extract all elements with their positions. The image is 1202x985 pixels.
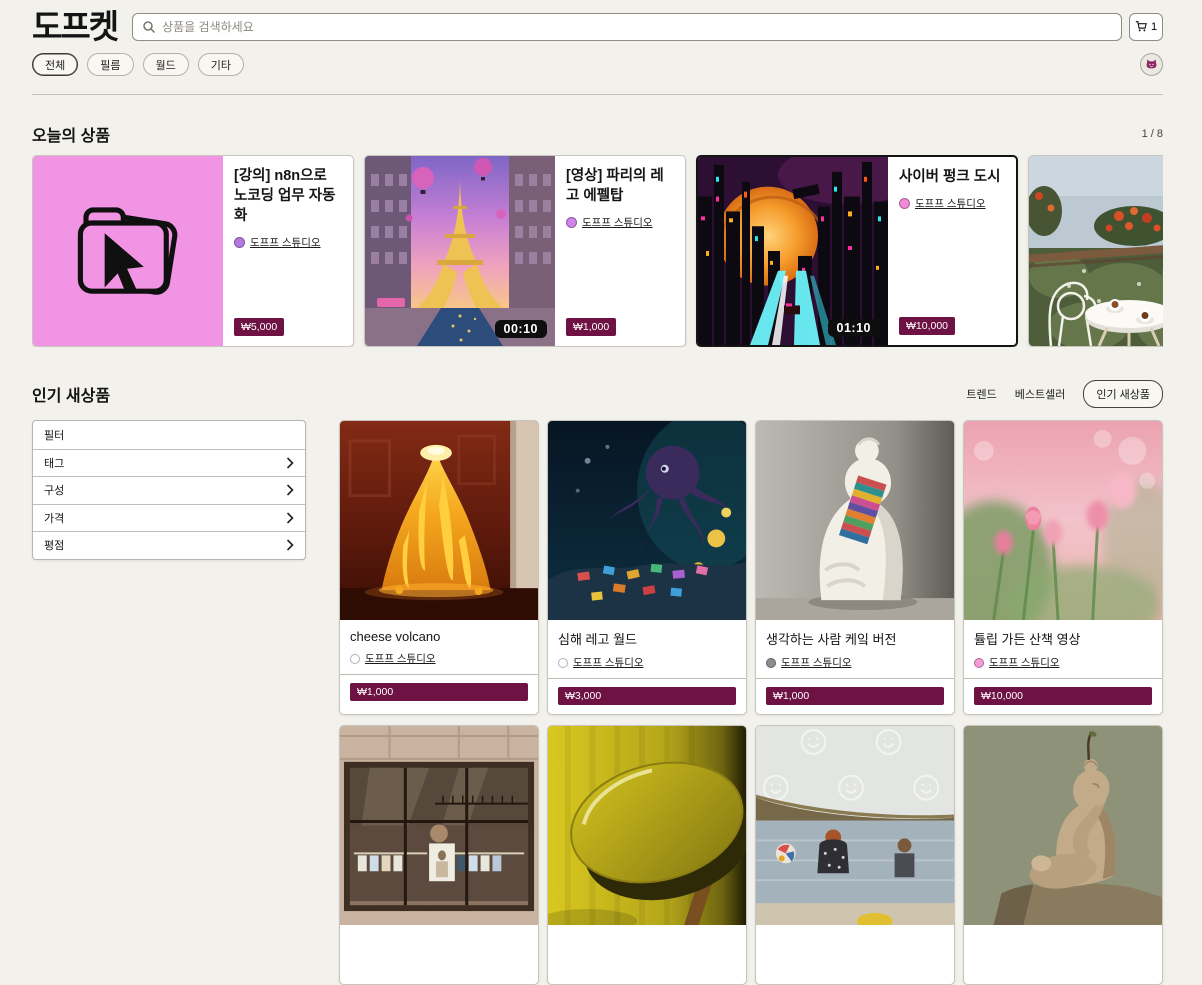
product-card-storefront[interactable] bbox=[339, 725, 539, 985]
filter-row-rating[interactable]: 평점 bbox=[33, 531, 305, 559]
cat-avatar-icon bbox=[1144, 57, 1159, 72]
product-card-deep-sea-lego[interactable]: 심해 레고 월드 도프프 스튜디오 ₩3,000 bbox=[547, 420, 747, 715]
creator-row: 도프프 스튜디오 bbox=[899, 196, 1006, 211]
price-badge: ₩5,000 bbox=[234, 318, 284, 336]
chevron-right-icon bbox=[286, 539, 294, 551]
product-image-beach-walk bbox=[756, 726, 954, 925]
product-image-cheese-volcano bbox=[340, 421, 538, 620]
todays-products-section: 오늘의 상품 1 / 8 [강의] n8n으로 노코 bbox=[32, 122, 1163, 347]
category-chip-film[interactable]: 필름 bbox=[87, 53, 133, 76]
product-title: [강의] n8n으로 노코딩 업무 자동화 bbox=[234, 166, 343, 226]
creator-avatar-dot bbox=[566, 217, 577, 228]
filter-row-tag[interactable]: 태그 bbox=[33, 449, 305, 477]
product-card-thinker-statue[interactable] bbox=[963, 725, 1163, 985]
creator-link[interactable]: 도프프 스튜디오 bbox=[989, 655, 1060, 670]
product-title: 튤립 가든 산책 영상 bbox=[974, 629, 1152, 648]
creator-link[interactable]: 도프프 스튜디오 bbox=[365, 651, 436, 666]
price-badge: ₩1,000 bbox=[766, 687, 944, 705]
section-title-popular: 인기 새상품 bbox=[32, 382, 110, 406]
folder-cursor-icon bbox=[58, 181, 198, 321]
product-title: 생각하는 사람 케잌 버전 bbox=[766, 629, 944, 648]
product-card-beach-walk[interactable] bbox=[755, 725, 955, 985]
product-image-thinker-statue bbox=[964, 726, 1162, 925]
sort-tabs: 트렌드 베스트셀러 인기 새상품 bbox=[966, 380, 1163, 408]
profile-avatar-button[interactable] bbox=[1140, 53, 1163, 76]
hero-card-cyberpunk-city[interactable]: 01:10 사이버 펑크 도시 도프프 스튜디오 ₩10,000 bbox=[696, 155, 1018, 347]
product-card-cheese-volcano[interactable]: cheese volcano 도프프 스튜디오 ₩1,000 bbox=[339, 420, 539, 715]
header: 도프켓 1 전체 필름 월드 기타 bbox=[0, 0, 1202, 95]
tab-popular-new[interactable]: 인기 새상품 bbox=[1083, 380, 1163, 408]
price-badge: ₩10,000 bbox=[899, 317, 955, 335]
product-title: 사이버 펑크 도시 bbox=[899, 167, 1006, 187]
header-divider bbox=[32, 94, 1163, 95]
product-image-cyberpunk-city: 01:10 bbox=[698, 157, 888, 345]
brand-logo[interactable]: 도프켓 bbox=[32, 10, 117, 43]
product-title: cheese volcano bbox=[350, 629, 528, 644]
cart-button[interactable]: 1 bbox=[1129, 13, 1163, 41]
creator-avatar-dot bbox=[974, 658, 984, 668]
price-badge: ₩10,000 bbox=[974, 687, 1152, 705]
tab-bestseller[interactable]: 베스트셀러 bbox=[1015, 386, 1066, 402]
creator-avatar-dot bbox=[350, 654, 360, 664]
product-image-deep-sea-lego bbox=[548, 421, 746, 620]
product-title: 심해 레고 월드 bbox=[558, 629, 736, 648]
category-chip-all[interactable]: 전체 bbox=[32, 53, 78, 76]
creator-avatar-dot bbox=[899, 198, 910, 209]
creator-row: 도프프 스튜디오 bbox=[558, 655, 736, 670]
product-grid: cheese volcano 도프프 스튜디오 ₩1,000 bbox=[339, 420, 1163, 985]
product-card-tulip-garden[interactable]: 튤립 가든 산책 영상 도프프 스튜디오 ₩10,000 bbox=[963, 420, 1163, 715]
product-image-yellow-lamp bbox=[548, 726, 746, 925]
filter-row-price[interactable]: 가격 bbox=[33, 504, 305, 532]
hero-card-balcony-partial[interactable] bbox=[1028, 155, 1163, 347]
creator-row: 도프프 스튜디오 bbox=[234, 235, 343, 250]
creator-row: 도프프 스튜디오 bbox=[350, 651, 528, 666]
creator-row: 도프프 스튜디오 bbox=[566, 215, 675, 230]
filter-panel-header: 필터 bbox=[33, 421, 305, 449]
product-card-yellow-lamp[interactable] bbox=[547, 725, 747, 985]
hero-card-n8n-course[interactable]: [강의] n8n으로 노코딩 업무 자동화 도프프 스튜디오 ₩5,000 bbox=[32, 155, 354, 347]
creator-avatar-dot bbox=[766, 658, 776, 668]
tab-trend[interactable]: 트렌드 bbox=[966, 386, 996, 402]
duration-badge: 01:10 bbox=[828, 319, 880, 337]
creator-row: 도프프 스튜디오 bbox=[974, 655, 1152, 670]
creator-link[interactable]: 도프프 스튜디오 bbox=[915, 196, 986, 211]
hero-card-lego-paris[interactable]: 00:10 [영상] 파리의 레고 에펠탑 도프프 스튜디오 ₩1,000 bbox=[364, 155, 686, 347]
section-title-today: 오늘의 상품 bbox=[32, 122, 110, 146]
creator-avatar-dot bbox=[234, 237, 245, 248]
product-image-tulip-garden bbox=[964, 421, 1162, 620]
search-input[interactable] bbox=[162, 20, 1112, 34]
creator-link[interactable]: 도프프 스튜디오 bbox=[582, 215, 653, 230]
product-image-storefront bbox=[340, 726, 538, 925]
hero-carousel: [강의] n8n으로 노코딩 업무 자동화 도프프 스튜디오 ₩5,000 bbox=[32, 155, 1163, 347]
product-card-thinker-cake[interactable]: 생각하는 사람 케잌 버전 도프프 스튜디오 ₩1,000 bbox=[755, 420, 955, 715]
search-bar bbox=[132, 13, 1122, 41]
product-image-folder-cursor bbox=[33, 156, 223, 346]
price-badge: ₩1,000 bbox=[350, 683, 528, 701]
product-image-thinker-cake bbox=[756, 421, 954, 620]
product-title: [영상] 파리의 레고 에펠탑 bbox=[566, 166, 675, 206]
creator-link[interactable]: 도프프 스튜디오 bbox=[781, 655, 852, 670]
chevron-right-icon bbox=[286, 457, 294, 469]
search-icon bbox=[142, 20, 156, 34]
creator-avatar-dot bbox=[558, 658, 568, 668]
creator-row: 도프프 스튜디오 bbox=[766, 655, 944, 670]
filter-panel: 필터 태그 구성 가격 평점 bbox=[32, 420, 306, 560]
creator-link[interactable]: 도프프 스튜디오 bbox=[250, 235, 321, 250]
duration-badge: 00:10 bbox=[495, 320, 547, 338]
product-image-balcony-sea-view bbox=[1029, 156, 1163, 346]
cart-count: 1 bbox=[1151, 21, 1157, 33]
price-badge: ₩3,000 bbox=[558, 687, 736, 705]
creator-link[interactable]: 도프프 스튜디오 bbox=[573, 655, 644, 670]
carousel-pagination: 1 / 8 bbox=[1142, 128, 1163, 140]
popular-new-products-section: 인기 새상품 트렌드 베스트셀러 인기 새상품 필터 태그 구성 가격 bbox=[32, 380, 1163, 985]
filter-row-composition[interactable]: 구성 bbox=[33, 476, 305, 504]
category-chip-etc[interactable]: 기타 bbox=[198, 53, 244, 76]
chevron-right-icon bbox=[286, 512, 294, 524]
category-chip-world[interactable]: 월드 bbox=[143, 53, 189, 76]
price-badge: ₩1,000 bbox=[566, 318, 616, 336]
cart-icon bbox=[1135, 20, 1148, 33]
product-image-lego-paris: 00:10 bbox=[365, 156, 555, 346]
chevron-right-icon bbox=[286, 484, 294, 496]
